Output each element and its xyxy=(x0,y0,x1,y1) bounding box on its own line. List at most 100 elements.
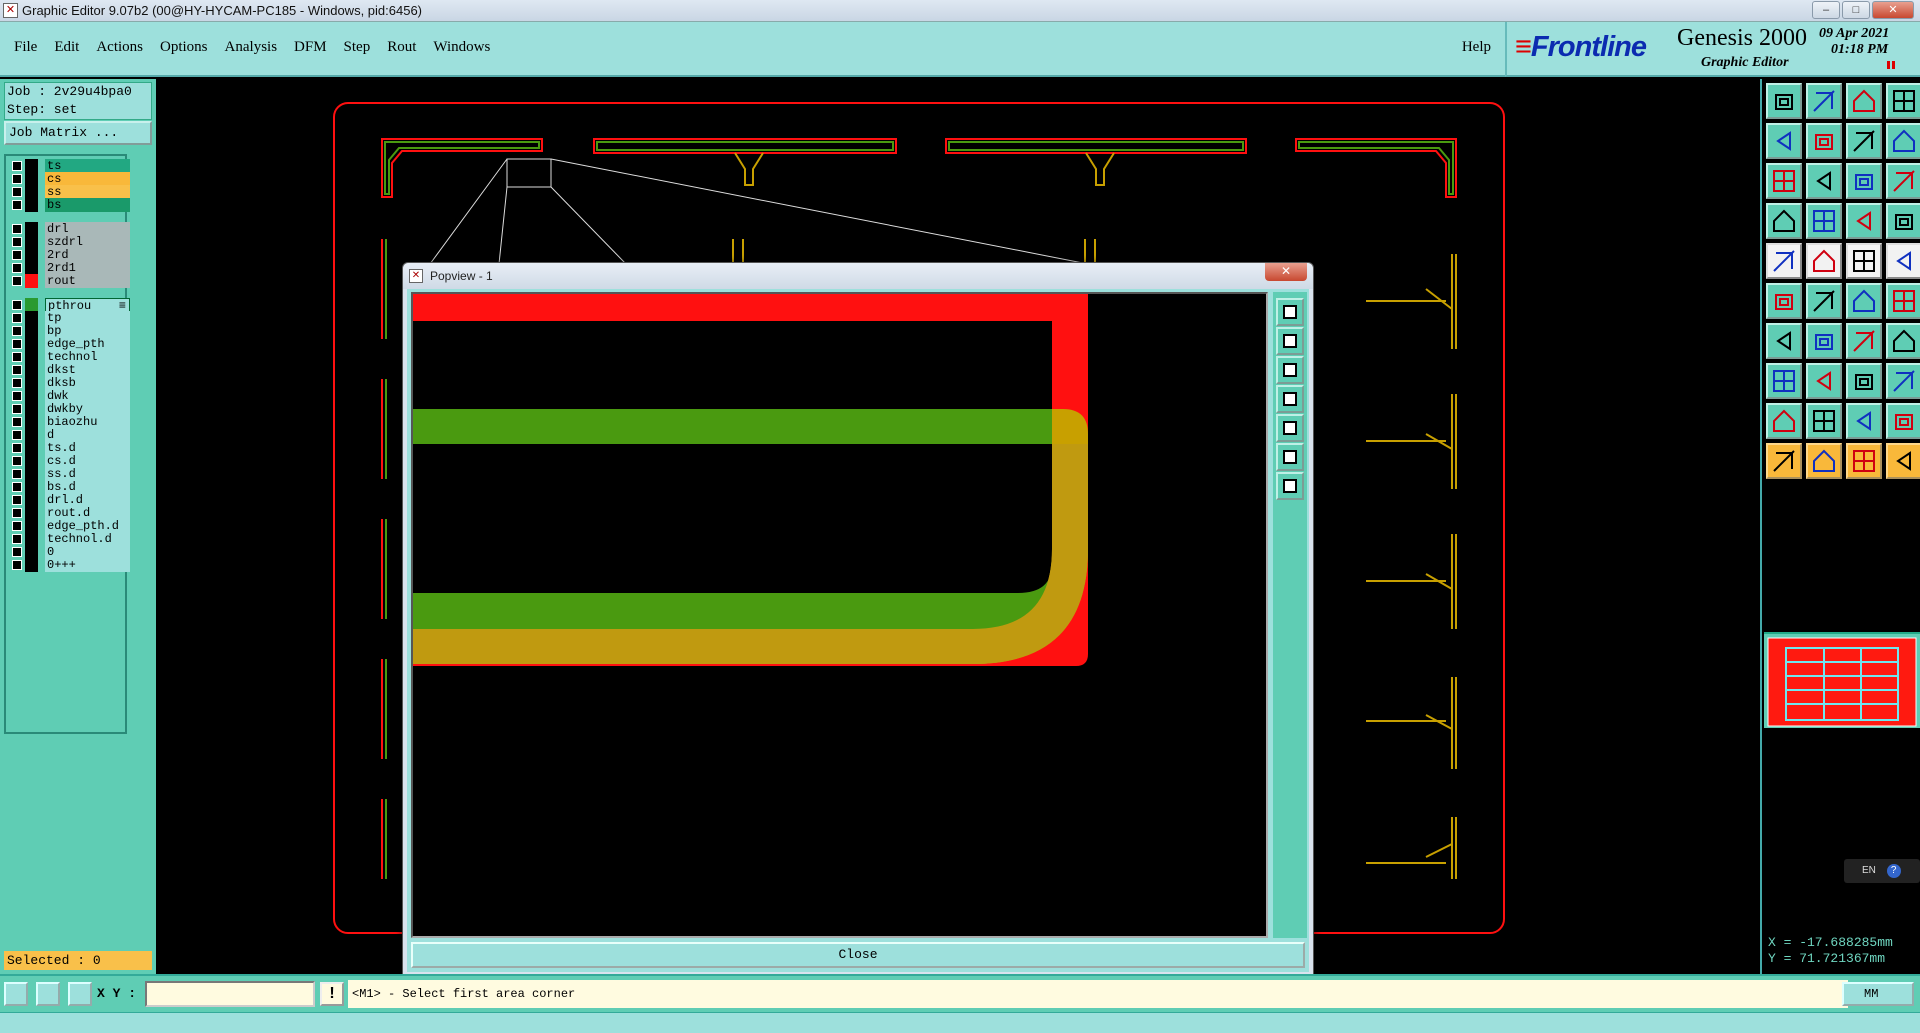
grid-icon[interactable] xyxy=(68,982,92,1006)
layer-checkbox[interactable] xyxy=(12,430,22,440)
layer-row[interactable]: drl.d xyxy=(9,493,130,507)
layer-row[interactable]: tp xyxy=(9,311,130,325)
layer-row[interactable]: rout.d xyxy=(9,506,130,520)
close-button[interactable]: ✕ xyxy=(1872,1,1914,19)
zoom-in-button[interactable] xyxy=(1806,83,1842,119)
layer-row[interactable]: biaozhu xyxy=(9,415,130,429)
pan-right-button[interactable] xyxy=(1806,123,1842,159)
line-button[interactable] xyxy=(1766,323,1802,359)
layer-checkbox[interactable] xyxy=(12,417,22,427)
layer-row[interactable]: ss xyxy=(9,185,130,199)
refresh-button[interactable] xyxy=(1886,123,1920,159)
layer-row[interactable]: d xyxy=(9,428,130,442)
layer-row[interactable]: 0 xyxy=(9,545,130,559)
menu-rout[interactable]: Rout xyxy=(387,39,416,56)
menu-step[interactable]: Step xyxy=(344,39,371,56)
text-button[interactable] xyxy=(1886,403,1920,439)
layer-checkbox[interactable] xyxy=(12,300,22,310)
layer-checkbox[interactable] xyxy=(12,174,22,184)
menu-windows[interactable]: Windows xyxy=(433,39,490,56)
layer-row[interactable]: ss.d xyxy=(9,467,130,481)
pointer-move-button[interactable] xyxy=(1846,443,1882,479)
add-pad-button[interactable] xyxy=(1766,243,1802,279)
connect-button[interactable] xyxy=(1886,283,1920,319)
step-repeat-button[interactable] xyxy=(1886,323,1920,359)
poly-button[interactable] xyxy=(1766,403,1802,439)
grid-toggle-button[interactable] xyxy=(1806,203,1842,239)
layer-row[interactable]: ts xyxy=(9,159,130,173)
pad-button[interactable] xyxy=(1766,363,1802,399)
layer-row[interactable]: dwk xyxy=(9,389,130,403)
layer-row[interactable]: drl xyxy=(9,222,130,236)
menu-options[interactable]: Options xyxy=(160,39,208,56)
popview-canvas[interactable] xyxy=(411,292,1268,938)
layer-checkbox[interactable] xyxy=(12,365,22,375)
layer-checkbox[interactable] xyxy=(12,352,22,362)
maximize-button[interactable]: □ xyxy=(1842,1,1870,19)
layer-checkbox[interactable] xyxy=(12,187,22,197)
pv-pan-up-button[interactable] xyxy=(1276,356,1304,384)
menu-dfm[interactable]: DFM xyxy=(294,39,327,56)
layer-checkbox[interactable] xyxy=(12,521,22,531)
triangle-button[interactable] xyxy=(1806,403,1842,439)
measure-button[interactable] xyxy=(1846,243,1882,279)
menu-actions[interactable]: Actions xyxy=(96,39,143,56)
layer-checkbox[interactable] xyxy=(12,495,22,505)
fit-screen-button[interactable] xyxy=(1766,163,1802,199)
snap-icon[interactable] xyxy=(4,982,28,1006)
pointer-button[interactable] xyxy=(1766,443,1802,479)
layer-checkbox[interactable] xyxy=(12,237,22,247)
menu-file[interactable]: File xyxy=(14,39,37,56)
layer-checkbox[interactable] xyxy=(12,469,22,479)
layer-up-button[interactable] xyxy=(1846,203,1882,239)
pv-fit-button[interactable] xyxy=(1276,443,1304,471)
layer-checkbox[interactable] xyxy=(12,200,22,210)
layer-row[interactable]: ts.d xyxy=(9,441,130,455)
menu-analysis[interactable]: Analysis xyxy=(225,39,278,56)
layer-row[interactable]: edge_pth xyxy=(9,337,130,351)
pv-zoom-in-button[interactable] xyxy=(1276,298,1304,326)
layer-row[interactable]: 2rd1 xyxy=(9,261,130,275)
layer-row[interactable]: technol xyxy=(9,350,130,364)
layer-checkbox[interactable] xyxy=(12,547,22,557)
layer-down-button[interactable] xyxy=(1886,203,1920,239)
redraw-button[interactable] xyxy=(1846,123,1882,159)
pan-left-button[interactable] xyxy=(1766,123,1802,159)
select-button[interactable] xyxy=(1886,243,1920,279)
pv-fit-profile-button[interactable] xyxy=(1276,472,1304,500)
outline-button[interactable] xyxy=(1846,403,1882,439)
popview-close-button[interactable]: Close xyxy=(411,942,1305,968)
layer-checkbox[interactable] xyxy=(12,276,22,286)
layer-checkbox[interactable] xyxy=(12,339,22,349)
menu-edit[interactable]: Edit xyxy=(54,39,79,56)
query-button[interactable] xyxy=(1886,163,1920,199)
layer-checkbox[interactable] xyxy=(12,560,22,570)
coordinate-button[interactable] xyxy=(1766,203,1802,239)
layer-checkbox[interactable] xyxy=(12,326,22,336)
cut-button[interactable] xyxy=(1806,363,1842,399)
layer-row[interactable]: cs.d xyxy=(9,454,130,468)
layer-checkbox[interactable] xyxy=(12,378,22,388)
job-matrix-button[interactable]: Job Matrix ... xyxy=(4,121,152,145)
pv-pan-left-button[interactable] xyxy=(1276,385,1304,413)
slope-line-button[interactable] xyxy=(1806,323,1842,359)
layer-row[interactable]: 2rd xyxy=(9,248,130,262)
layer-checkbox[interactable] xyxy=(12,482,22,492)
layer-row[interactable]: technol.d xyxy=(9,532,130,546)
layer-row[interactable]: pthrou ≡ xyxy=(9,298,130,313)
delete-button[interactable] xyxy=(1806,283,1842,319)
popview-title-bar[interactable]: ✕ Popview - 1 ✕ xyxy=(403,263,1313,289)
layer-row[interactable]: dwkby xyxy=(9,402,130,416)
pv-zoom-out-button[interactable] xyxy=(1276,327,1304,355)
pointer-step-button[interactable] xyxy=(1886,443,1920,479)
layer-row[interactable]: szdrl xyxy=(9,235,130,249)
measure-icon[interactable] xyxy=(36,982,60,1006)
layer-checkbox[interactable] xyxy=(12,404,22,414)
alert-button[interactable]: ! xyxy=(320,982,344,1006)
feature-button[interactable] xyxy=(1886,363,1920,399)
home-view-button[interactable] xyxy=(1766,83,1802,119)
menu-help[interactable]: Help xyxy=(1462,39,1491,56)
scale-button[interactable] xyxy=(1846,163,1882,199)
layer-row[interactable]: rout xyxy=(9,274,130,288)
layer-checkbox[interactable] xyxy=(12,313,22,323)
